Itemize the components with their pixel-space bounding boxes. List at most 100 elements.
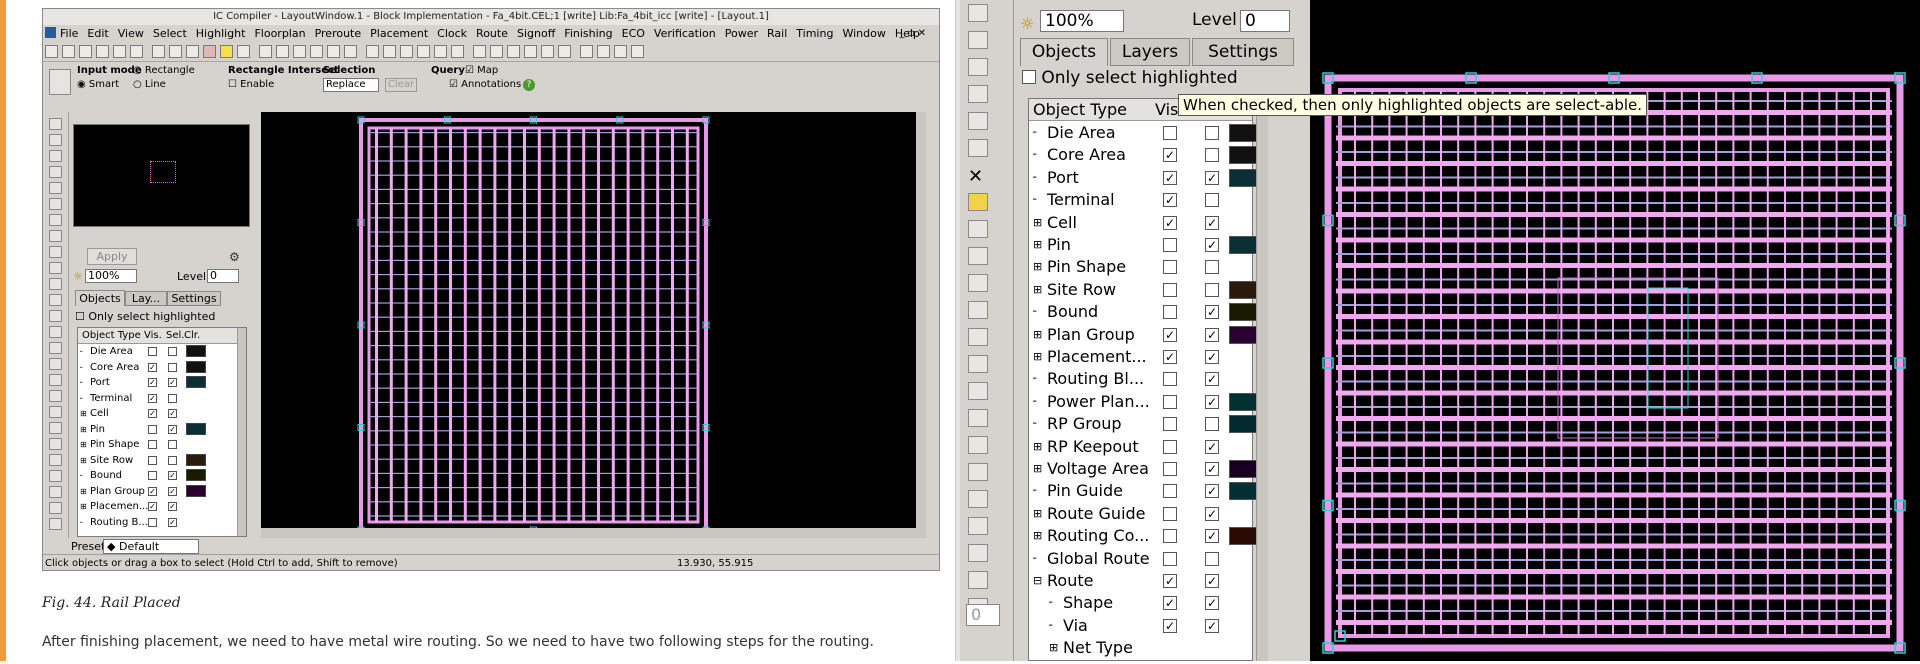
- sel-checkbox[interactable]: ✓: [168, 486, 177, 496]
- sel-checkbox[interactable]: [1205, 148, 1219, 163]
- highlight-icon[interactable]: [237, 45, 250, 58]
- move-icon[interactable]: [558, 45, 571, 58]
- vis-checkbox[interactable]: ✓: [148, 378, 157, 387]
- stack-icon[interactable]: [968, 85, 988, 103]
- vis-checkbox[interactable]: ✓: [1163, 148, 1177, 163]
- vis-checkbox[interactable]: [148, 517, 157, 527]
- via-icon[interactable]: [49, 390, 62, 402]
- expand-icon[interactable]: ⊞: [1033, 458, 1042, 480]
- sel-checkbox[interactable]: [1205, 126, 1219, 140]
- sel-checkbox[interactable]: ✓: [1205, 372, 1219, 387]
- sel-checkbox[interactable]: ✓: [168, 378, 177, 387]
- expand-icon[interactable]: ⊞: [1033, 234, 1042, 256]
- cut-icon[interactable]: [49, 262, 62, 274]
- sel-checkbox[interactable]: ✓: [1205, 394, 1219, 409]
- only-highlighted-checkbox[interactable]: ☐ Only select highlighted: [75, 310, 215, 323]
- box-icon[interactable]: [49, 486, 62, 498]
- zoom-prev-icon[interactable]: [366, 45, 379, 58]
- level-icon[interactable]: [968, 517, 988, 535]
- close-icon[interactable]: ✕: [968, 166, 988, 187]
- sel-checkbox[interactable]: [168, 455, 177, 465]
- table-row[interactable]: ⊞ Cell ✓ ✓: [1029, 212, 1252, 234]
- tab-layers[interactable]: Lay...: [125, 291, 167, 306]
- align-icon[interactable]: [49, 326, 62, 338]
- column-header[interactable]: Object Type: [82, 328, 141, 343]
- pin-icon[interactable]: [49, 422, 62, 434]
- tab-settings[interactable]: Settings: [1192, 38, 1294, 66]
- smart-radio[interactable]: ◉ Smart: [77, 79, 119, 90]
- vis-checkbox[interactable]: [1163, 506, 1177, 521]
- level-spinner[interactable]: 0: [1240, 10, 1290, 32]
- table-row[interactable]: ⊞ Pin ✓: [1029, 234, 1267, 256]
- menu-select[interactable]: Select: [153, 27, 187, 40]
- table-row[interactable]: ⊟ Route ✓ ✓: [1029, 570, 1252, 592]
- select-box-icon[interactable]: [968, 31, 988, 49]
- vis-checkbox[interactable]: [1163, 238, 1177, 252]
- table-row[interactable]: ╴ Port ✓ ✓: [78, 375, 246, 391]
- wire-icon[interactable]: [968, 463, 988, 481]
- sel-checkbox[interactable]: [1205, 551, 1219, 566]
- expand-icon[interactable]: ⊞: [1033, 436, 1042, 458]
- redo-icon[interactable]: [597, 45, 610, 58]
- pen-icon[interactable]: [259, 45, 272, 58]
- table-row[interactable]: ⊞ Pin Shape: [1029, 256, 1252, 278]
- zoom-in-icon[interactable]: [130, 45, 143, 58]
- grid-icon[interactable]: [49, 230, 62, 242]
- grid-icon[interactable]: [473, 45, 486, 58]
- menu-route[interactable]: Route: [476, 27, 508, 40]
- vis-checkbox[interactable]: ✓: [1163, 327, 1177, 342]
- sel-checkbox[interactable]: [168, 440, 177, 449]
- vis-checkbox[interactable]: ✓: [1163, 596, 1177, 611]
- zoom-next-icon[interactable]: [383, 45, 396, 58]
- sel-checkbox[interactable]: ✓: [1205, 506, 1219, 521]
- column-header[interactable]: Clr.: [184, 328, 200, 343]
- spread-icon[interactable]: [49, 342, 62, 354]
- table-row[interactable]: ╴ Core Area ✓: [78, 360, 246, 376]
- vis-checkbox[interactable]: [1163, 484, 1177, 499]
- vis-checkbox[interactable]: ✓: [148, 486, 157, 496]
- table-row[interactable]: ⊞ Plan Group ✓ ✓: [78, 484, 246, 500]
- clear-button[interactable]: Clear: [385, 78, 417, 92]
- table-row[interactable]: ╴ Die Area: [78, 344, 246, 360]
- copy-icon[interactable]: [968, 139, 988, 157]
- copy-icon[interactable]: [541, 45, 554, 58]
- vis-checkbox[interactable]: [1163, 394, 1177, 409]
- layout-canvas[interactable]: [261, 112, 926, 538]
- table-row[interactable]: ╴ Routing B... ✓: [78, 515, 246, 531]
- expand-icon[interactable]: ⊞: [1033, 503, 1042, 525]
- delete-icon[interactable]: [203, 45, 216, 58]
- sel-checkbox[interactable]: ✓: [1205, 574, 1219, 588]
- sel-checkbox[interactable]: ✓: [1205, 238, 1219, 252]
- table-row[interactable]: ⊞ Placement... ✓ ✓: [1029, 346, 1252, 368]
- table-row[interactable]: ⊞ RP Keepout ✓: [1029, 436, 1252, 458]
- align-icon[interactable]: [507, 45, 520, 58]
- menu-file[interactable]: File: [60, 27, 78, 40]
- vis-checkbox[interactable]: ✓: [1163, 170, 1177, 185]
- zoom-dropdown[interactable]: 100%: [1040, 10, 1124, 32]
- vis-checkbox[interactable]: [148, 455, 157, 465]
- sel-checkbox[interactable]: ✓: [1205, 618, 1219, 633]
- level-field[interactable]: 0: [966, 604, 1000, 626]
- cell-icon[interactable]: [451, 45, 464, 58]
- expand-icon[interactable]: ⊞: [1033, 324, 1042, 346]
- vis-checkbox[interactable]: [1163, 282, 1177, 297]
- save-icon[interactable]: [62, 45, 75, 58]
- vis-checkbox[interactable]: [1163, 126, 1177, 140]
- pan-icon[interactable]: [49, 118, 62, 130]
- menu-timing[interactable]: Timing: [796, 27, 833, 40]
- vis-checkbox[interactable]: [148, 347, 157, 356]
- stack-icon[interactable]: [49, 358, 62, 370]
- menu-view[interactable]: View: [118, 27, 144, 40]
- sel-checkbox[interactable]: ✓: [1205, 170, 1219, 185]
- vis-checkbox[interactable]: ✓: [1163, 215, 1177, 230]
- flip-icon[interactable]: [524, 45, 537, 58]
- sel-checkbox[interactable]: ✓: [1205, 305, 1219, 320]
- expand-icon[interactable]: ⊞: [80, 453, 87, 468]
- vis-checkbox[interactable]: ✓: [148, 393, 157, 403]
- column-header[interactable]: Vis.: [144, 328, 162, 343]
- sel-checkbox[interactable]: ✓: [168, 471, 177, 480]
- tab-settings[interactable]: Settings: [167, 291, 221, 306]
- tree-icon[interactable]: [293, 45, 306, 58]
- sel-checkbox[interactable]: [1205, 193, 1219, 208]
- expand-icon[interactable]: ⊞: [80, 484, 87, 499]
